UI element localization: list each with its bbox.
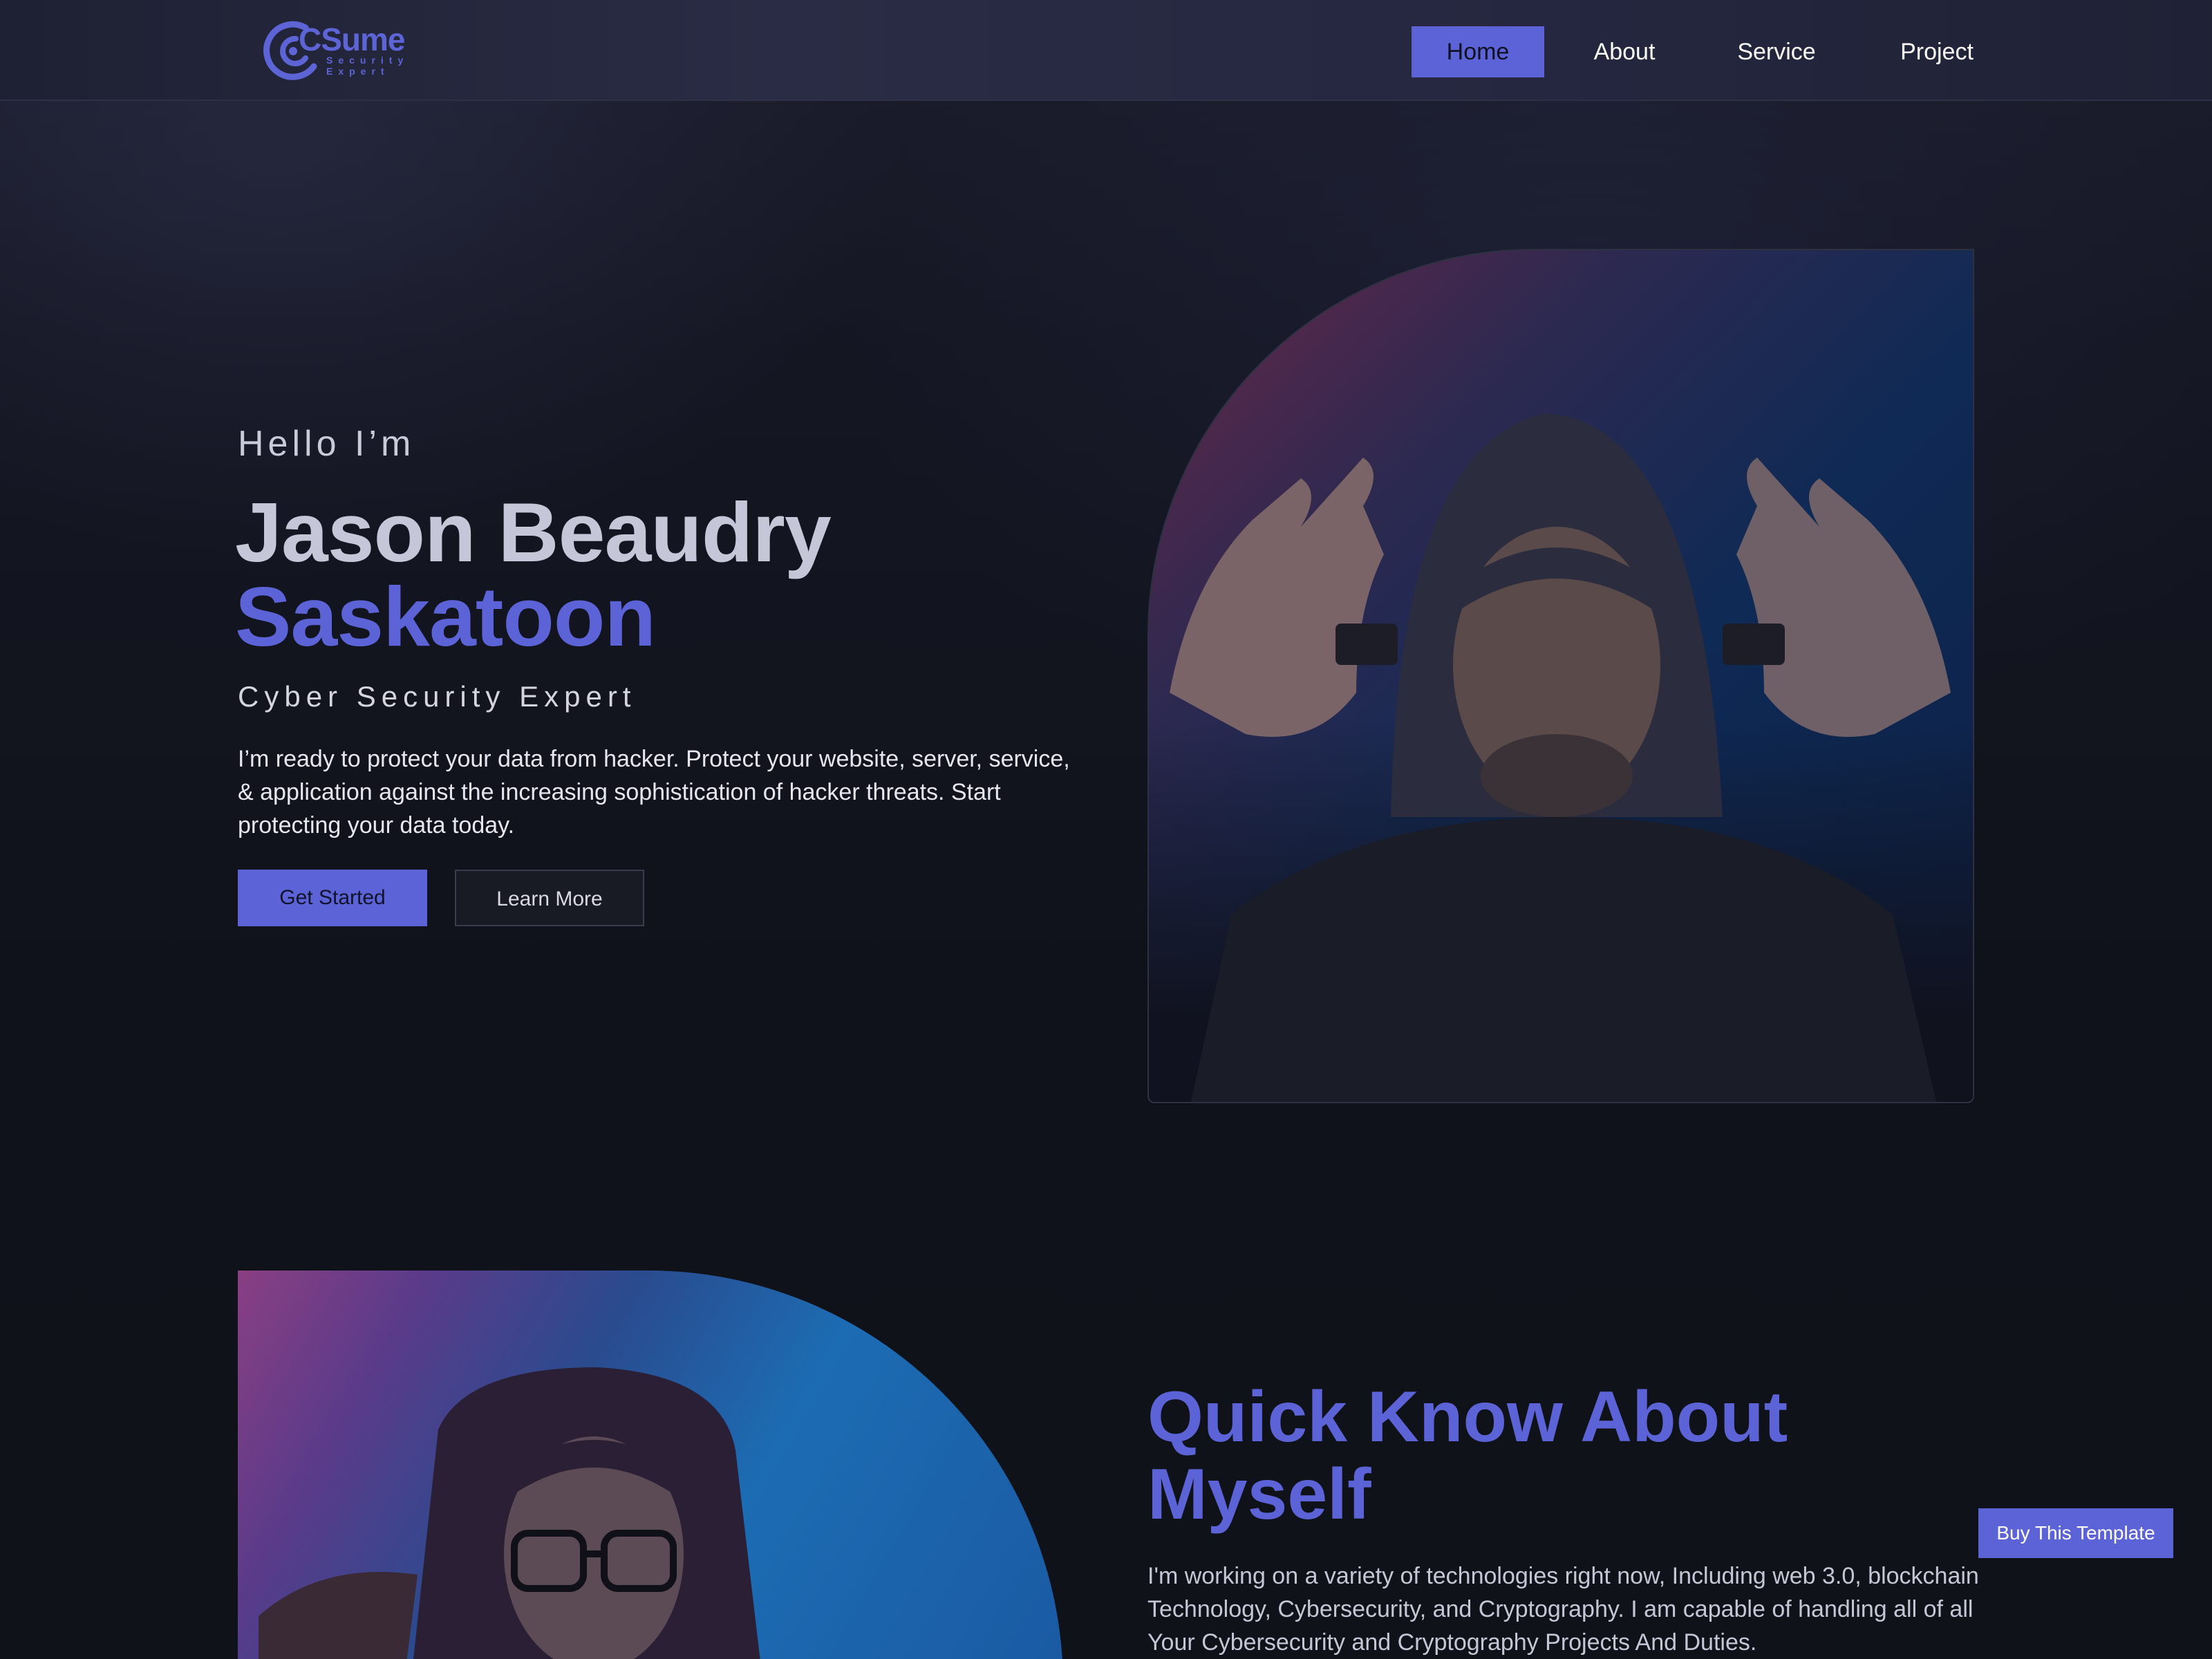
nav-about[interactable]: About — [1569, 26, 1680, 77]
get-started-button[interactable]: Get Started — [238, 870, 427, 926]
brand-tagline-line1: Security — [326, 55, 409, 66]
site-header: CSume Security Expert Home About Service… — [0, 0, 2212, 101]
portrait-photo-icon — [259, 1367, 760, 1659]
learn-more-button[interactable]: Learn More — [455, 870, 644, 926]
hero-name-first: Jason Beaudry — [235, 485, 832, 579]
nav-home[interactable]: Home — [1412, 26, 1544, 77]
portrait-photo-icon — [1170, 413, 1951, 1102]
nav-project[interactable]: Project — [1880, 26, 1994, 77]
brand-name: CSume — [299, 21, 405, 57]
about-title: Quick Know About Myself — [1147, 1377, 1788, 1535]
hero-intro: I’m ready to protect your data from hack… — [238, 746, 1070, 838]
hero-portrait-photo — [1147, 249, 1974, 1103]
about-text: I'm working on a variety of technologies… — [1147, 1563, 1979, 1656]
brand-logo[interactable]: CSume Security Expert — [263, 18, 422, 83]
about-portrait-photo — [238, 1271, 1063, 1659]
hero-name-second: Saskatoon — [235, 570, 656, 664]
brand-tagline-line2: Expert — [326, 66, 390, 77]
hero-greeting: Hello I’m — [238, 424, 415, 464]
page: CSume Security Expert Home About Service… — [0, 0, 2212, 1659]
hero-role: Cyber Security Expert — [238, 680, 637, 713]
buy-template-button[interactable]: Buy This Template — [1978, 1508, 2173, 1558]
nav-service[interactable]: Service — [1721, 26, 1832, 77]
